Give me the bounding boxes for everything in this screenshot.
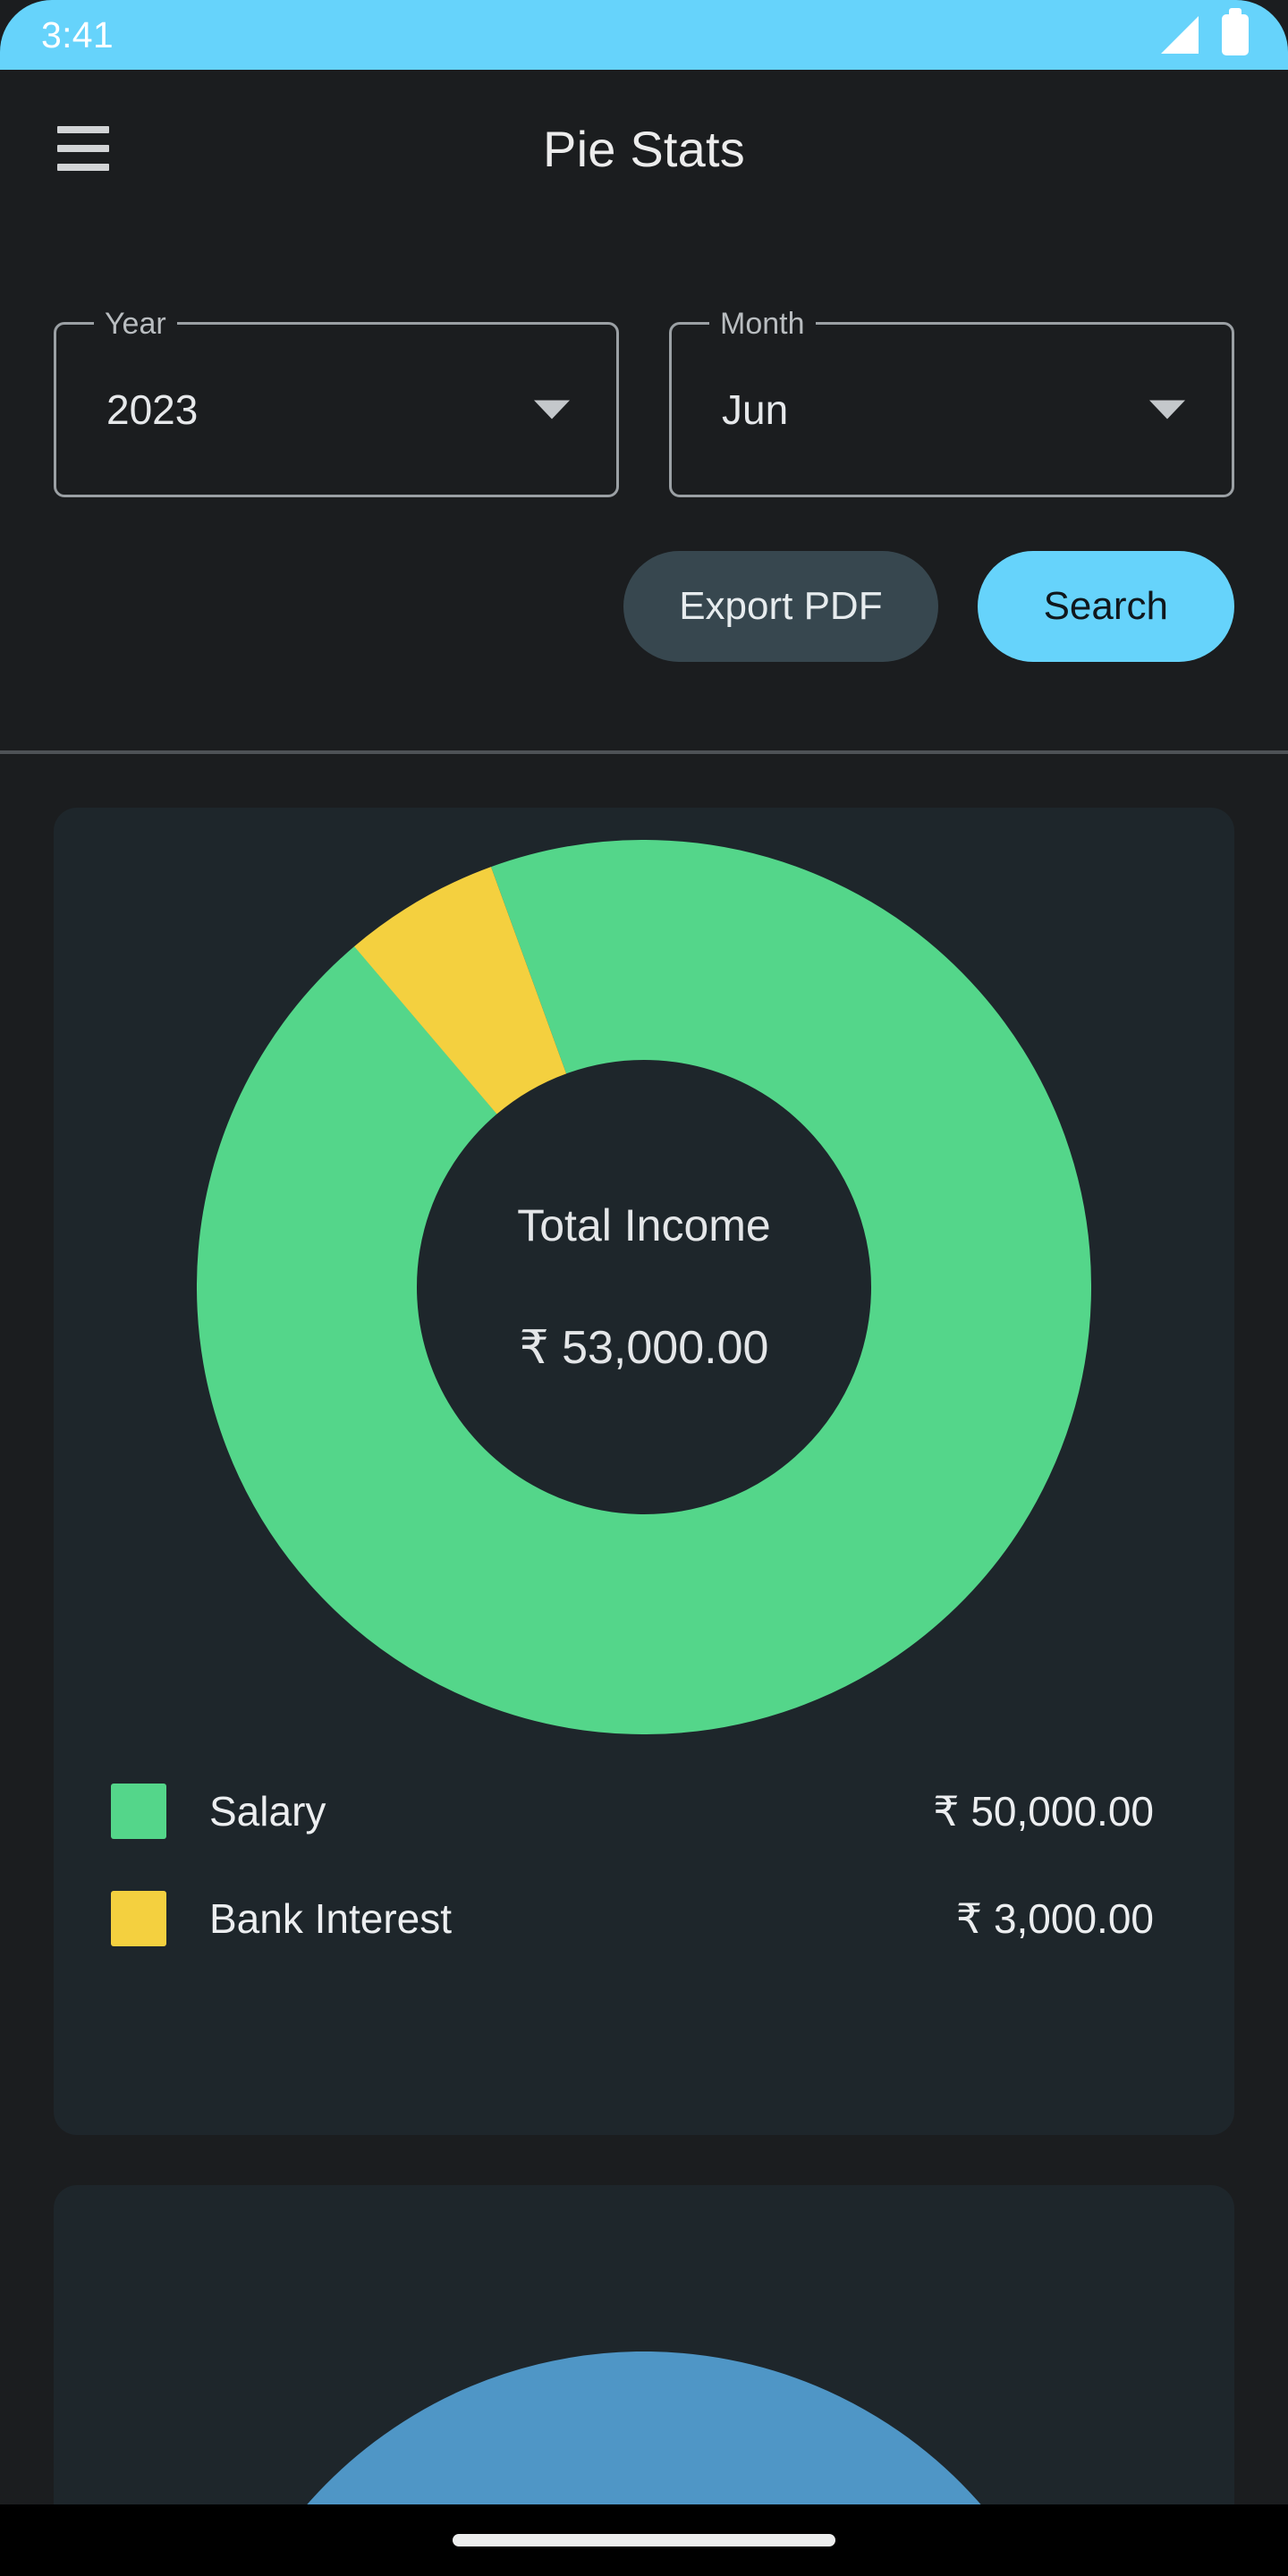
status-bar-icons [1161, 8, 1249, 55]
export-pdf-button[interactable]: Export PDF [623, 551, 938, 662]
status-bar: 3:41 [0, 0, 1288, 70]
page-title: Pie Stats [543, 120, 745, 177]
app-bar: Pie Stats [0, 70, 1288, 227]
battery-full-icon [1222, 8, 1249, 55]
search-button[interactable]: Search [977, 551, 1234, 662]
year-select-label: Year [94, 305, 177, 343]
signal-triangle-icon [1161, 16, 1199, 54]
filter-selects-row: Year 2023 Month Jun [0, 305, 1288, 497]
legend-label-bank-interest: Bank Interest [209, 1895, 453, 1942]
month-select[interactable]: Month Jun [669, 305, 1234, 497]
pie-slice-2 [197, 2351, 1091, 2504]
legend-item: Bank Interest ₹ 3,000.00 [111, 1865, 1177, 1972]
menu-line-3 [57, 164, 109, 171]
home-gesture-pill[interactable] [453, 2534, 835, 2546]
legend-label-salary: Salary [209, 1788, 326, 1835]
filter-actions-row: Export PDF Search [623, 551, 1234, 662]
phone-screen: 3:41 Pie Stats Year 2023 Month Jun Expor… [0, 0, 1288, 2576]
second-donut-chart [197, 2351, 1091, 2504]
system-navigation-bar [0, 2504, 1288, 2576]
income-donut-svg [197, 840, 1091, 1734]
chevron-down-icon[interactable] [534, 400, 570, 419]
scroll-content[interactable]: Total Income ₹ 53,000.00 Salary ₹ 50,000… [0, 758, 1288, 2504]
year-select-value: 2023 [106, 386, 199, 433]
month-select-label: Month [709, 305, 816, 343]
income-legend: Salary ₹ 50,000.00 Bank Interest ₹ 3,000… [54, 1734, 1234, 1972]
legend-amount-salary: ₹ 50,000.00 [933, 1788, 1154, 1835]
menu-line-1 [57, 126, 109, 133]
legend-swatch-salary [111, 1784, 166, 1839]
income-donut-chart: Total Income ₹ 53,000.00 [197, 840, 1091, 1734]
hamburger-menu-icon[interactable] [57, 121, 113, 176]
income-chart-card: Total Income ₹ 53,000.00 Salary ₹ 50,000… [54, 808, 1234, 2135]
filter-panel: Year 2023 Month Jun Export PDF Search [0, 227, 1288, 754]
second-donut-svg [197, 2351, 1091, 2504]
month-select-value: Jun [722, 386, 789, 433]
second-chart-card [54, 2185, 1234, 2504]
legend-swatch-bank-interest [111, 1891, 166, 1946]
legend-amount-bank-interest: ₹ 3,000.00 [955, 1895, 1154, 1942]
pie-slice-salary [197, 840, 1091, 1734]
status-bar-clock: 3:41 [41, 13, 114, 55]
chevron-down-icon[interactable] [1149, 400, 1185, 419]
year-select[interactable]: Year 2023 [54, 305, 619, 497]
legend-item: Salary ₹ 50,000.00 [111, 1758, 1177, 1865]
menu-line-2 [57, 145, 109, 152]
